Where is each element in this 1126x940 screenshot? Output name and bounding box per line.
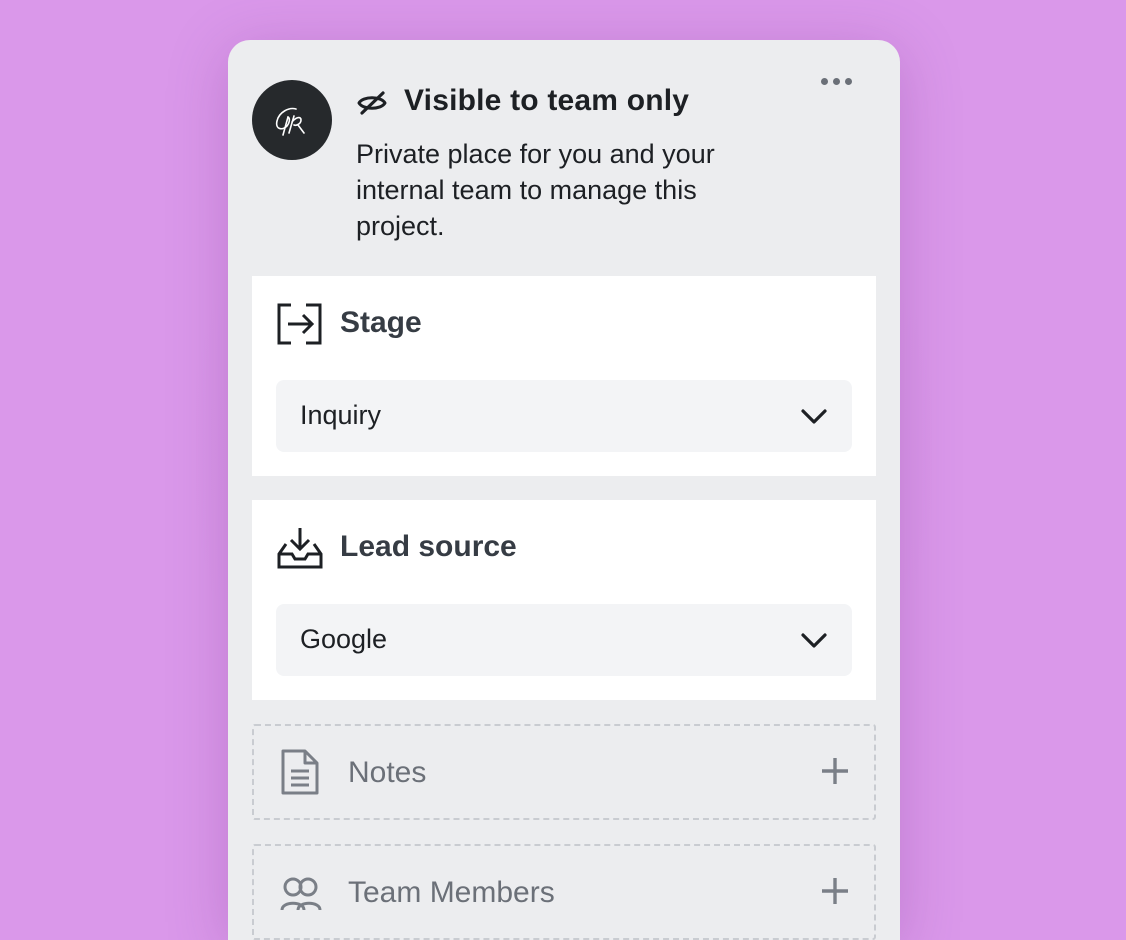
notes-section[interactable]: Notes [252,724,876,820]
monogram-logo [275,107,305,136]
visibility-title: Visible to team only [404,84,690,117]
lead-source-section: Lead source Google [252,500,876,700]
stage-select-value: Inquiry [300,400,382,430]
visibility-description: Private place for you and your internal … [356,139,715,241]
ellipsis-dot [844,77,852,85]
stage-title: Stage [340,306,422,339]
lead-source-select[interactable]: Google [276,604,852,676]
notes-label: Notes [348,756,427,789]
more-options-button[interactable] [808,70,864,92]
add-team-member-icon[interactable] [820,876,850,906]
project-sidebar-panel: Visible to team only Private place for y… [228,40,900,940]
team-members-section[interactable]: Team Members [252,844,876,940]
chevron-down-icon [801,409,827,424]
team-members-label: Team Members [348,876,555,909]
users-icon [280,877,322,911]
chevron-down-icon [801,633,827,648]
ellipsis-dot [832,77,840,85]
document-icon [281,749,319,795]
stage-select[interactable]: Inquiry [276,380,852,452]
lead-source-select-value: Google [300,624,388,654]
inbox-download-icon [277,528,323,569]
ellipsis-dot [820,77,828,85]
stage-section: Stage Inquiry [252,276,876,476]
stage-arrow-icon [277,303,322,345]
avatar[interactable] [252,80,332,160]
lead-source-title: Lead source [340,530,517,563]
add-note-icon[interactable] [820,756,850,786]
eye-slash-icon [357,91,387,115]
